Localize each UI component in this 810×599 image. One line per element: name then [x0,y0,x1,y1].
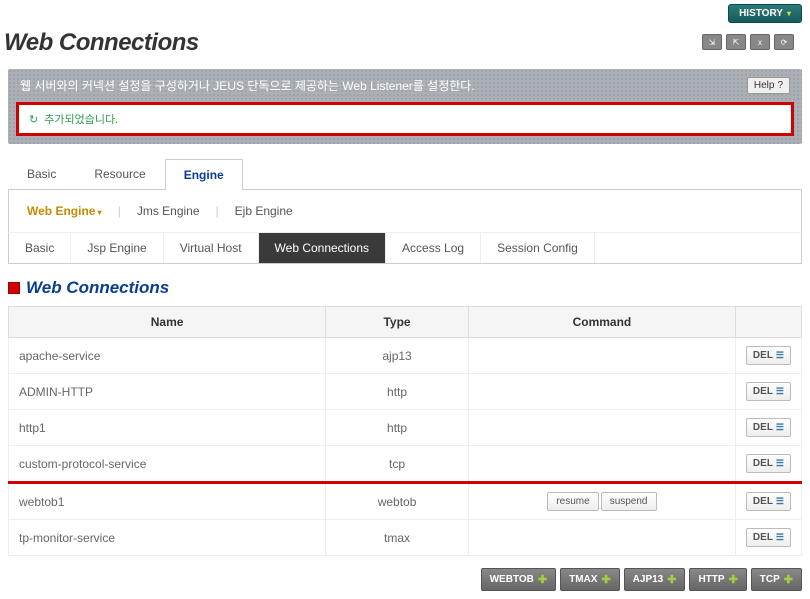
add-tcp-button[interactable]: TCP✚ [751,568,802,591]
cell-name[interactable]: webtob1 [9,483,326,520]
separator: | [116,200,123,222]
cell-name[interactable]: tp-monitor-service [9,520,326,556]
chevron-down-icon: ▾ [787,9,791,18]
cell-delete: DEL☰ [735,483,801,520]
connections-table: Name Type Command apache-serviceajp13 DEL… [8,306,802,556]
delete-button[interactable]: DEL☰ [746,382,791,401]
tab3-basic[interactable]: Basic [9,233,71,263]
add-webtob-button[interactable]: WEBTOB✚ [481,568,556,591]
tab1-basic[interactable]: Basic [8,158,75,189]
cell-type: tmax [326,520,469,556]
section-title: Web Connections [8,278,802,298]
delete-icon: ☰ [776,386,784,397]
plus-icon: ✚ [601,573,610,586]
delete-button[interactable]: DEL☰ [746,492,791,511]
tabs-level1: BasicResourceEngine [8,158,802,190]
tab3-jsp-engine[interactable]: Jsp Engine [71,233,163,263]
cell-delete: DEL☰ [735,410,801,446]
cell-delete: DEL☰ [735,374,801,410]
cell-command [468,520,735,556]
add-http-button[interactable]: HTTP✚ [689,568,746,591]
history-label: HISTORY [739,8,783,19]
table-row: tp-monitor-servicetmax DEL☰ [9,520,802,556]
tab2-ejb-engine[interactable]: Ejb Engine [225,200,303,222]
delete-button[interactable]: DEL☰ [746,346,791,365]
plus-icon: ✚ [538,573,547,586]
tabs-level2: Web Engine|Jms Engine|Ejb Engine [8,190,802,232]
info-banner: 웹 서버와의 커넥션 설정을 구성하거나 JEUS 단독으로 제공하는 Web … [8,69,802,144]
cell-type: tcp [326,446,469,483]
refresh-success-icon: ↻ [29,113,38,126]
plus-icon: ✚ [667,573,676,586]
cell-type: http [326,374,469,410]
suspend-button[interactable]: suspend [601,492,657,511]
footer-buttons: WEBTOB✚TMAX✚AJP13✚HTTP✚TCP✚ [0,556,810,599]
tab3-virtual-host[interactable]: Virtual Host [164,233,259,263]
delete-button[interactable]: DEL☰ [746,454,791,473]
cell-command [468,374,735,410]
help-button[interactable]: Help ? [747,77,790,94]
toolbar-icons: ⇲ ⇱ x ⟳ [702,34,802,54]
cell-name[interactable]: http1 [9,410,326,446]
xml-icon[interactable]: x [750,34,770,50]
cell-name[interactable]: apache-service [9,338,326,374]
cell-command: resumesuspend [468,483,735,520]
section-marker-icon [8,282,20,294]
history-button[interactable]: HISTORY ▾ [728,4,802,23]
resume-button[interactable]: resume [547,492,598,511]
table-row: ADMIN-HTTPhttp DEL☰ [9,374,802,410]
notification-text: 추가되었습니다. [44,111,118,127]
delete-icon: ☰ [776,350,784,361]
cell-name[interactable]: ADMIN-HTTP [9,374,326,410]
delete-icon: ☰ [776,532,784,543]
tab3-web-connections[interactable]: Web Connections [259,233,387,263]
delete-button[interactable]: DEL☰ [746,528,791,547]
table-row: webtob1webtobresumesuspendDEL☰ [9,483,802,520]
table-row: custom-protocol-servicetcp DEL☰ [9,446,802,483]
cell-command [468,446,735,483]
cell-type: webtob [326,483,469,520]
tab2-jms-engine[interactable]: Jms Engine [127,200,210,222]
cell-command [468,410,735,446]
tab3-session-config[interactable]: Session Config [481,233,595,263]
cell-delete: DEL☰ [735,338,801,374]
tab1-engine[interactable]: Engine [165,159,243,190]
notification-box: ↻ 추가되었습니다. [16,102,794,136]
tab3-access-log[interactable]: Access Log [386,233,481,263]
th-del [735,307,801,338]
banner-text: 웹 서버와의 커넥션 설정을 구성하거나 JEUS 단독으로 제공하는 Web … [20,77,475,94]
table-row: apache-serviceajp13 DEL☰ [9,338,802,374]
section-title-text: Web Connections [26,278,169,298]
import-icon[interactable]: ⇱ [726,34,746,50]
cell-delete: DEL☰ [735,520,801,556]
help-icon: ? [777,80,783,91]
cell-delete: DEL☰ [735,446,801,483]
cell-command [468,338,735,374]
delete-button[interactable]: DEL☰ [746,418,791,437]
plus-icon: ✚ [729,573,738,586]
th-type: Type [326,307,469,338]
th-command: Command [468,307,735,338]
cell-type: http [326,410,469,446]
delete-icon: ☰ [776,458,784,469]
cell-type: ajp13 [326,338,469,374]
export-icon[interactable]: ⇲ [702,34,722,50]
add-ajp13-button[interactable]: AJP13✚ [624,568,686,591]
tabs-level3: BasicJsp EngineVirtual HostWeb Connectio… [8,232,802,264]
page-title: Web Connections [0,23,199,65]
delete-icon: ☰ [776,422,784,433]
th-name: Name [9,307,326,338]
tab2-web-engine[interactable]: Web Engine [17,200,112,222]
tab1-resource[interactable]: Resource [75,158,164,189]
delete-icon: ☰ [776,496,784,507]
add-tmax-button[interactable]: TMAX✚ [560,568,620,591]
table-row: http1http DEL☰ [9,410,802,446]
separator: | [214,200,221,222]
plus-icon: ✚ [784,573,793,586]
refresh-icon[interactable]: ⟳ [774,34,794,50]
cell-name[interactable]: custom-protocol-service [9,446,326,483]
